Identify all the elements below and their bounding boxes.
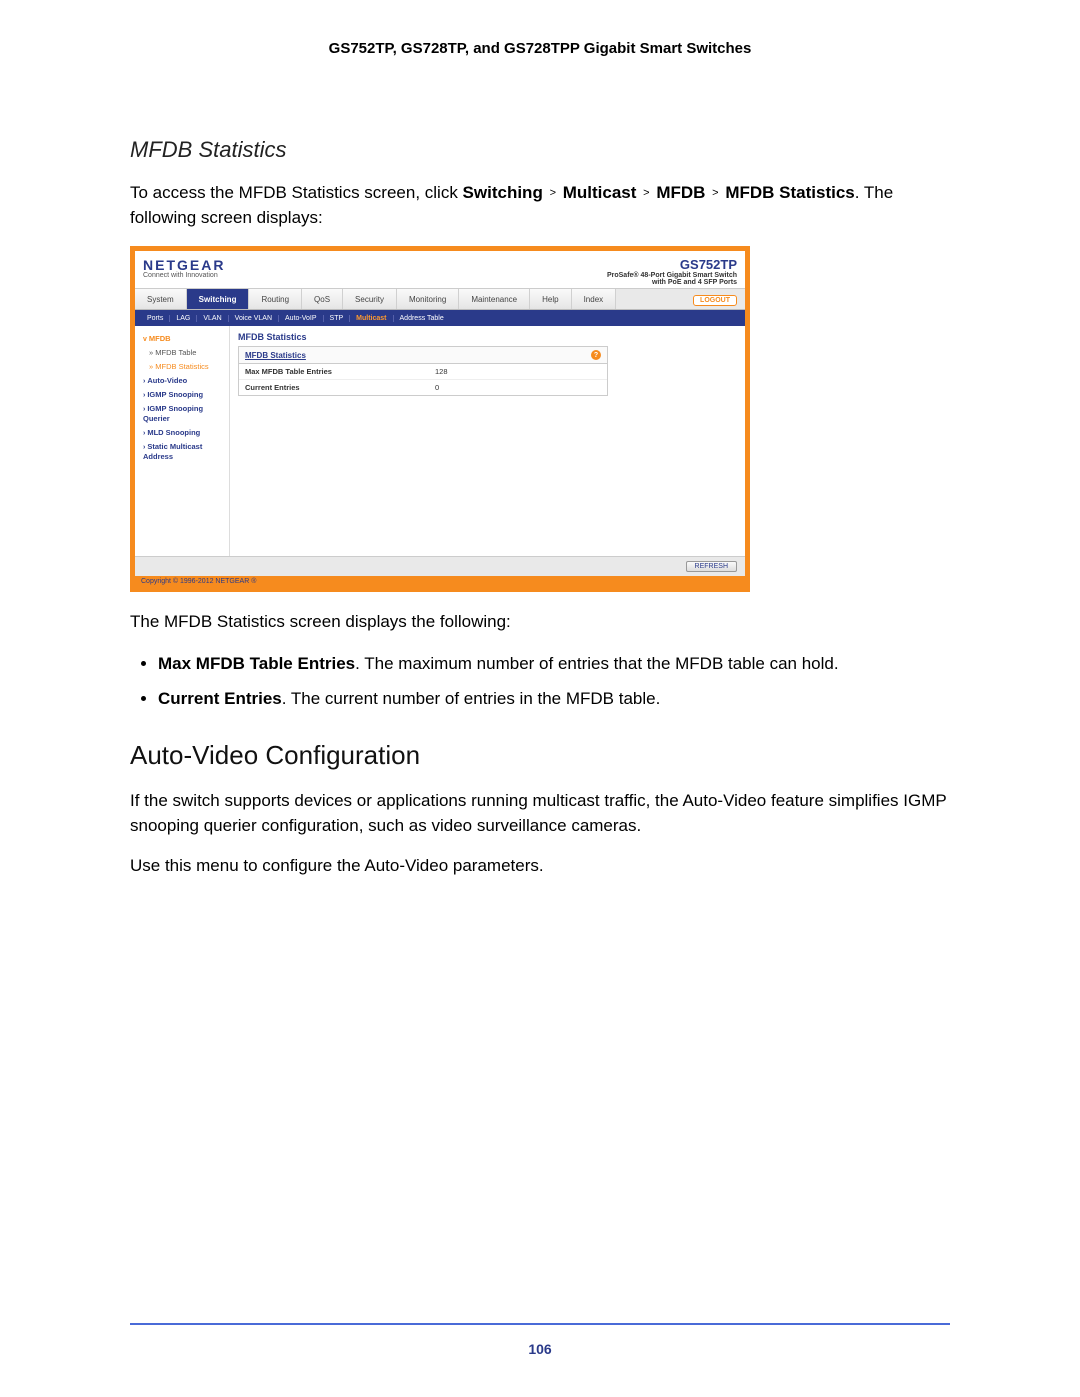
subtab-voice-vlan[interactable]: Voice VLAN bbox=[229, 315, 279, 322]
model-name: GS752TP bbox=[607, 257, 737, 272]
bullet-rest: . The current number of entries in the M… bbox=[282, 689, 661, 708]
panel-header: MFDB Statistics bbox=[245, 351, 306, 360]
nav-label: Static Multicast Address bbox=[143, 442, 202, 461]
stat-row: Max MFDB Table Entries 128 bbox=[239, 364, 607, 380]
screenshot-header: NETGEAR Connect with Innovation GS752TP … bbox=[135, 251, 745, 288]
auto-video-p2: Use this menu to configure the Auto-Vide… bbox=[130, 854, 950, 879]
tab-qos[interactable]: QoS bbox=[302, 289, 343, 309]
refresh-button[interactable]: REFRESH bbox=[686, 561, 737, 572]
brand-tagline: Connect with Innovation bbox=[143, 272, 225, 279]
bullet-rest: . The maximum number of entries that the… bbox=[355, 654, 838, 673]
model-sub1: ProSafe® 48-Port Gigabit Smart Switch bbox=[607, 272, 737, 279]
stat-row: Current Entries 0 bbox=[239, 380, 607, 395]
stat-value: 128 bbox=[435, 367, 448, 376]
tab-security[interactable]: Security bbox=[343, 289, 397, 309]
logout-button[interactable]: LOGOUT bbox=[693, 295, 737, 306]
content-title: MFDB Statistics bbox=[238, 332, 737, 342]
nav-label: IGMP Snooping bbox=[147, 390, 203, 399]
nav-mfdb[interactable]: vMFDB bbox=[139, 332, 225, 346]
subtab-ports[interactable]: Ports bbox=[141, 315, 170, 322]
crumb-sep: > bbox=[641, 187, 651, 199]
page-footer: 106 bbox=[130, 1323, 950, 1357]
nav-igmp-snooping-querier[interactable]: ›IGMP Snooping Querier bbox=[139, 402, 225, 426]
stats-panel: MFDB Statistics ? Max MFDB Table Entries… bbox=[238, 346, 608, 396]
brand-name: NETGEAR bbox=[143, 257, 225, 273]
tab-help[interactable]: Help bbox=[530, 289, 571, 309]
description-list: Max MFDB Table Entries. The maximum numb… bbox=[130, 651, 950, 712]
stat-label: Max MFDB Table Entries bbox=[245, 367, 435, 376]
list-item: Current Entries. The current number of e… bbox=[158, 686, 950, 712]
top-tabs: System Switching Routing QoS Security Mo… bbox=[135, 288, 745, 310]
intro-text: To access the MFDB Statistics screen, cl… bbox=[130, 181, 950, 230]
stat-label: Current Entries bbox=[245, 383, 435, 392]
subtab-auto-voip[interactable]: Auto-VoIP bbox=[279, 315, 324, 322]
crumb-sep: > bbox=[548, 187, 558, 199]
content-area: MFDB Statistics MFDB Statistics ? Max MF… bbox=[230, 326, 745, 556]
crumb-1: Multicast bbox=[563, 183, 637, 202]
nav-label: MFDB Statistics bbox=[155, 362, 208, 371]
help-icon[interactable]: ? bbox=[591, 350, 601, 360]
list-item: Max MFDB Table Entries. The maximum numb… bbox=[158, 651, 950, 677]
intro-prefix: To access the MFDB Statistics screen, cl… bbox=[130, 183, 463, 202]
subtab-multicast[interactable]: Multicast bbox=[350, 315, 393, 322]
copyright-bar: Copyright © 1996-2012 NETGEAR ® bbox=[135, 576, 745, 587]
bullet-bold: Max MFDB Table Entries bbox=[158, 654, 355, 673]
crumb-0: Switching bbox=[463, 183, 543, 202]
tab-index[interactable]: Index bbox=[572, 289, 617, 309]
subtab-lag[interactable]: LAG bbox=[170, 315, 197, 322]
section-title: MFDB Statistics bbox=[130, 137, 950, 163]
subtab-vlan[interactable]: VLAN bbox=[197, 315, 228, 322]
tab-monitoring[interactable]: Monitoring bbox=[397, 289, 459, 309]
screenshot-panel: NETGEAR Connect with Innovation GS752TP … bbox=[130, 246, 750, 592]
crumb-sep: > bbox=[710, 187, 720, 199]
screenshot-footer: REFRESH bbox=[135, 556, 745, 576]
nav-mld-snooping[interactable]: ›MLD Snooping bbox=[139, 426, 225, 440]
heading-auto-video: Auto-Video Configuration bbox=[130, 740, 950, 771]
brand-block: NETGEAR Connect with Innovation bbox=[143, 257, 225, 286]
bullet-bold: Current Entries bbox=[158, 689, 282, 708]
subtab-address-table[interactable]: Address Table bbox=[394, 315, 450, 322]
tab-routing[interactable]: Routing bbox=[249, 289, 302, 309]
crumb-3: MFDB Statistics bbox=[725, 183, 854, 202]
nav-label: MFDB Table bbox=[155, 348, 196, 357]
auto-video-p1: If the switch supports devices or applic… bbox=[130, 789, 950, 838]
subtab-stp[interactable]: STP bbox=[324, 315, 351, 322]
model-block: GS752TP ProSafe® 48-Port Gigabit Smart S… bbox=[607, 257, 737, 286]
tab-switching[interactable]: Switching bbox=[187, 289, 250, 309]
crumb-2: MFDB bbox=[656, 183, 705, 202]
nav-label: Auto-Video bbox=[147, 376, 187, 385]
tab-system[interactable]: System bbox=[135, 289, 187, 309]
nav-mfdb-table[interactable]: » MFDB Table bbox=[139, 346, 225, 360]
page-number: 106 bbox=[528, 1341, 551, 1357]
model-sub2: with PoE and 4 SFP Ports bbox=[607, 279, 737, 286]
nav-label: MFDB bbox=[149, 334, 171, 343]
sub-tabs: Ports LAG VLAN Voice VLAN Auto-VoIP STP … bbox=[135, 310, 745, 326]
tab-maintenance[interactable]: Maintenance bbox=[459, 289, 530, 309]
nav-auto-video[interactable]: ›Auto-Video bbox=[139, 374, 225, 388]
doc-header: GS752TP, GS728TP, and GS728TPP Gigabit S… bbox=[130, 40, 950, 57]
nav-igmp-snooping[interactable]: ›IGMP Snooping bbox=[139, 388, 225, 402]
nav-label: IGMP Snooping Querier bbox=[143, 404, 203, 423]
nav-static-multicast-address[interactable]: ›Static Multicast Address bbox=[139, 440, 225, 464]
nav-label: MLD Snooping bbox=[147, 428, 200, 437]
stat-value: 0 bbox=[435, 383, 439, 392]
after-shot-text: The MFDB Statistics screen displays the … bbox=[130, 610, 950, 635]
nav-mfdb-statistics[interactable]: » MFDB Statistics bbox=[139, 360, 225, 374]
side-nav: vMFDB » MFDB Table » MFDB Statistics ›Au… bbox=[135, 326, 230, 556]
